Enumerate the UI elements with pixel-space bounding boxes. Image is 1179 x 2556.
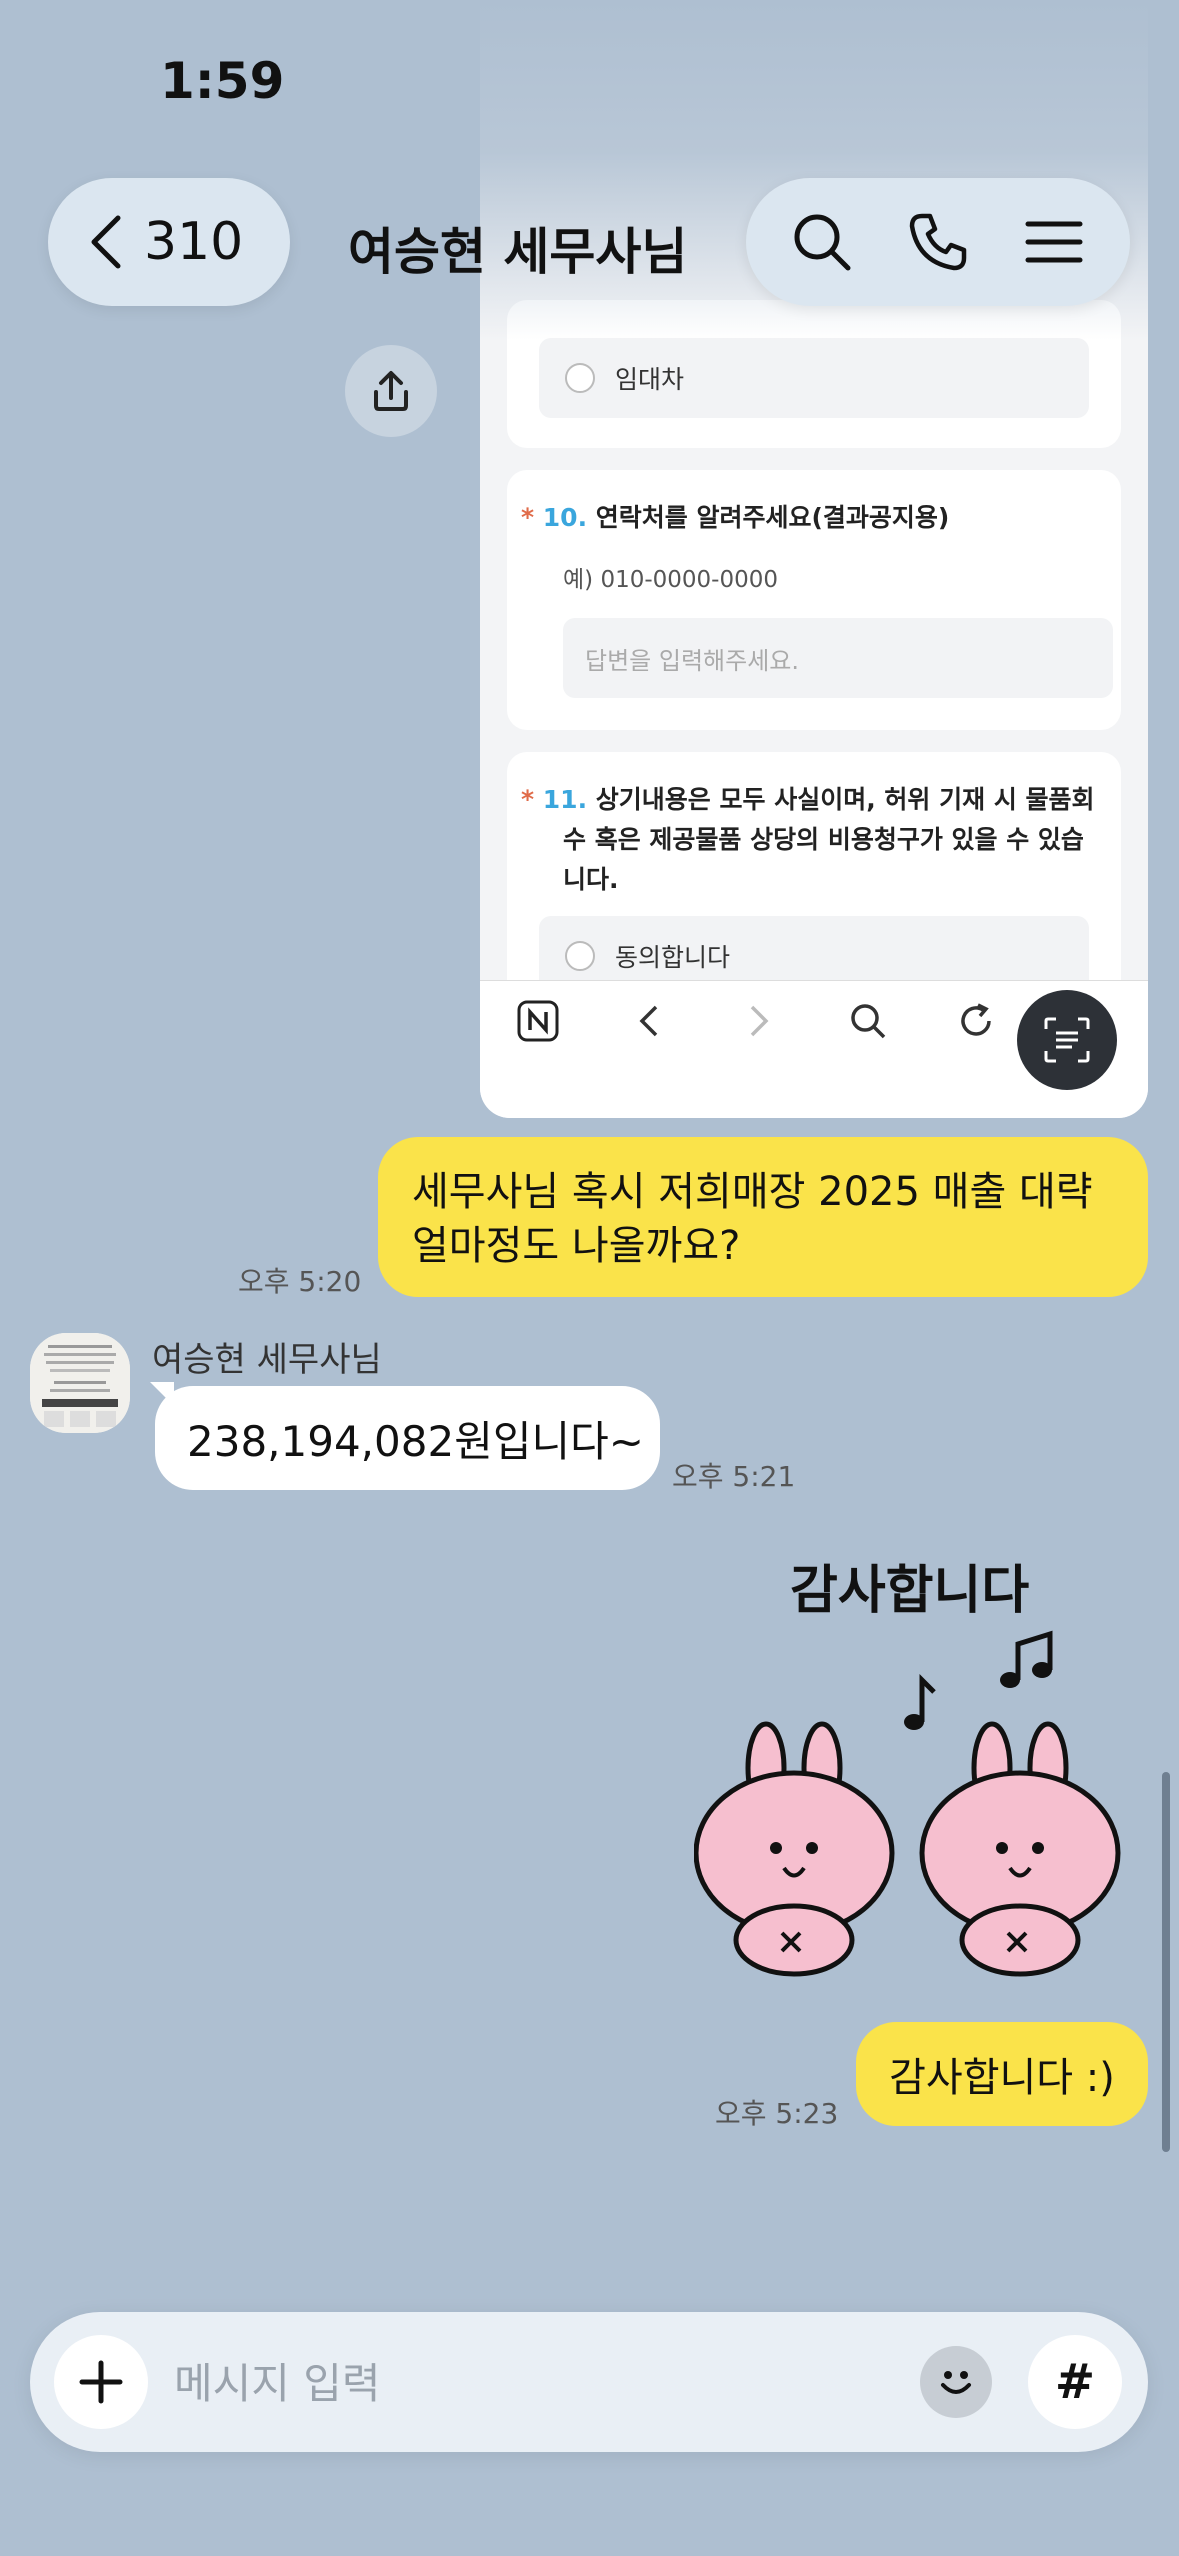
scrollbar[interactable] xyxy=(1162,1772,1170,2152)
q10-title: * 10. 연락처를 알려주세요(결과공지용) xyxy=(521,503,950,532)
message-composer: # xyxy=(30,2312,1148,2452)
attach-button[interactable] xyxy=(54,2335,148,2429)
menu-button[interactable] xyxy=(1014,202,1094,282)
search-icon xyxy=(851,1004,886,1039)
bunny-sticker[interactable]: 감사합니다 xyxy=(680,1530,1140,1990)
option-label: 동의합니다 xyxy=(615,943,731,972)
share-button[interactable] xyxy=(345,345,437,437)
radio-icon xyxy=(565,941,595,971)
q10-hint: 예) 010-0000-0000 xyxy=(563,567,779,593)
hamburger-menu-icon xyxy=(1025,221,1083,263)
form-card-q10: * 10. 연락처를 알려주세요(결과공지용) 예) 010-0000-0000… xyxy=(507,470,1121,730)
option-label: 임대차 xyxy=(615,365,685,394)
q11-title: * 11. 상기내용은 모두 사실이며, 허위 기재 시 물품회 xyxy=(521,785,1095,814)
my-message-bubble[interactable]: 세무사님 혹시 저희매장 2025 매출 대략 얼마정도 나올까요? xyxy=(378,1137,1148,1297)
back-button[interactable]: 310 xyxy=(48,178,290,306)
lens-button[interactable] xyxy=(1017,990,1117,1090)
avatar[interactable] xyxy=(30,1333,130,1433)
bunny-icon xyxy=(694,1721,1121,1977)
share-icon xyxy=(374,371,408,411)
refresh-icon xyxy=(961,1003,991,1036)
naver-icon xyxy=(517,1000,559,1042)
message-input[interactable] xyxy=(172,2352,926,2414)
message-timestamp: 오후 5:21 xyxy=(672,1460,796,1493)
avatar-thumbnail-icon xyxy=(30,1333,130,1433)
plus-icon xyxy=(79,2360,123,2404)
call-button[interactable] xyxy=(898,202,978,282)
search-button[interactable] xyxy=(782,202,862,282)
back-icon xyxy=(639,1005,658,1037)
chevron-left-icon xyxy=(91,215,121,269)
header-actions xyxy=(746,178,1130,306)
emoticon-button[interactable] xyxy=(920,2346,992,2418)
search-icon xyxy=(794,214,851,271)
unread-count: 310 xyxy=(144,212,244,272)
forward-icon xyxy=(750,1005,769,1037)
my-message-bubble[interactable]: 감사합니다 :) xyxy=(856,2022,1148,2126)
chat-title: 여승현 세무사님 xyxy=(348,223,688,281)
message-timestamp: 오후 5:23 xyxy=(715,2097,839,2130)
other-message-bubble[interactable]: 238,194,082원입니다~ xyxy=(155,1386,660,1490)
sender-name: 여승현 세무사님 xyxy=(152,1340,382,1380)
lens-icon xyxy=(1044,1017,1090,1063)
q11-title-rest: 수 혹은 제공물품 상당의 비용청구가 있을 수 있습니다. xyxy=(563,825,1084,894)
smiley-icon xyxy=(941,2371,971,2394)
option-rental: 임대차 xyxy=(539,338,1089,418)
radio-icon xyxy=(565,363,595,393)
q10-input: 답변을 입력해주세요. xyxy=(563,618,1113,698)
message-timestamp: 오후 5:20 xyxy=(238,1265,362,1298)
phone-icon xyxy=(909,213,967,271)
hash-button[interactable]: # xyxy=(1028,2335,1122,2429)
status-time: 1:59 xyxy=(160,52,285,110)
sticker-caption: 감사합니다 xyxy=(790,1561,1030,1621)
